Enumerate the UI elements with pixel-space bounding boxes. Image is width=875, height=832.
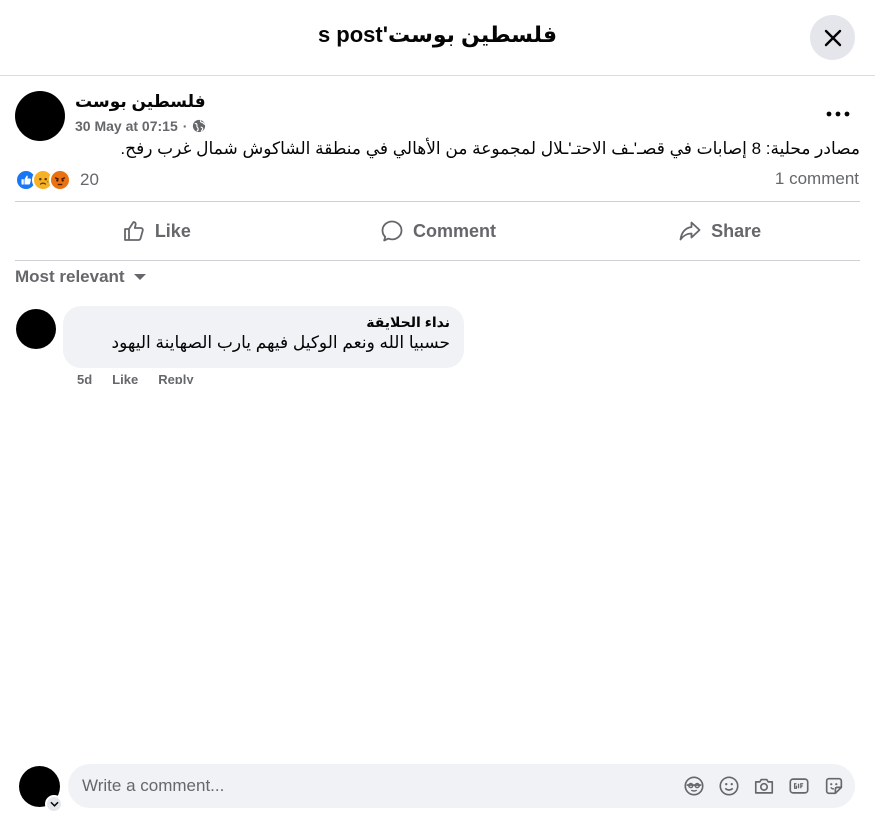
divider bbox=[15, 201, 860, 202]
camera-icon bbox=[754, 778, 773, 794]
sort-label: Most relevant bbox=[15, 267, 125, 286]
comment-meta: 5d Like Reply bbox=[77, 372, 194, 384]
commenter-name[interactable]: نداء الحلايقة bbox=[77, 314, 450, 331]
comment-like-link[interactable]: Like bbox=[112, 372, 138, 384]
comment-bubble-icon bbox=[381, 220, 403, 242]
gif-button[interactable] bbox=[787, 774, 810, 797]
comment-reply-link[interactable]: Reply bbox=[158, 372, 193, 384]
comment-sort-dropdown[interactable]: Most relevant bbox=[15, 267, 147, 287]
sticker-icon bbox=[825, 777, 842, 794]
sticker-button[interactable] bbox=[822, 774, 845, 797]
profile-switch-button[interactable] bbox=[45, 795, 63, 813]
comment-button[interactable]: Comment bbox=[297, 203, 579, 259]
author-name[interactable]: فلسطين بوست bbox=[75, 92, 206, 112]
angry-reaction-icon bbox=[49, 169, 71, 191]
reaction-count: 20 bbox=[80, 170, 99, 189]
like-button[interactable]: Like bbox=[15, 203, 297, 259]
post-timestamp[interactable]: 30 May at 07:15 bbox=[75, 118, 178, 134]
globe-icon bbox=[193, 119, 206, 133]
post-actions-bar: Like Comment Share bbox=[15, 203, 860, 259]
avatar-sticker-icon bbox=[683, 775, 704, 796]
photo-button[interactable] bbox=[752, 774, 775, 797]
avatar-sticker-button[interactable] bbox=[682, 774, 705, 797]
comment-text: حسبيا الله ونعم الوكيل فيهم يارب الصهاين… bbox=[111, 333, 450, 352]
share-arrow-icon bbox=[679, 221, 701, 241]
reactions-summary[interactable]: 20 bbox=[15, 166, 99, 194]
dialog-header: فلسطين بوست's post bbox=[0, 0, 875, 76]
comment-count-link[interactable]: 1 comment bbox=[775, 169, 859, 189]
comment-input[interactable] bbox=[82, 764, 662, 808]
divider bbox=[15, 260, 860, 261]
thumbs-up-icon bbox=[123, 221, 144, 241]
comment-age[interactable]: 5d bbox=[77, 372, 92, 384]
caret-down-icon bbox=[133, 274, 146, 280]
author-avatar[interactable] bbox=[15, 91, 65, 141]
commenter-avatar[interactable] bbox=[16, 309, 56, 349]
more-options-button[interactable] bbox=[820, 100, 856, 128]
composer-tools bbox=[682, 774, 845, 797]
smiley-icon bbox=[718, 775, 739, 796]
comment-composer bbox=[68, 764, 855, 808]
separator-dot: · bbox=[182, 118, 188, 134]
share-label: Share bbox=[711, 220, 762, 241]
gif-icon bbox=[788, 777, 809, 794]
chevron-down-icon bbox=[49, 801, 59, 807]
share-button[interactable]: Share bbox=[578, 203, 860, 259]
post-text: مصادر محلية: 8 إصابات في قصـ'ـف الاحتـ'ـ… bbox=[120, 139, 860, 158]
more-dots-icon bbox=[826, 111, 850, 117]
close-button[interactable] bbox=[810, 15, 855, 60]
comment-label: Comment bbox=[413, 220, 497, 241]
emoji-button[interactable] bbox=[717, 774, 740, 797]
close-icon bbox=[824, 29, 841, 46]
post-meta: 30 May at 07:15 · bbox=[75, 118, 206, 134]
like-label: Like bbox=[154, 220, 191, 241]
dialog-title: فلسطين بوست's post bbox=[317, 22, 558, 47]
comment-bubble: نداء الحلايقة حسبيا الله ونعم الوكيل فيه… bbox=[63, 306, 464, 368]
